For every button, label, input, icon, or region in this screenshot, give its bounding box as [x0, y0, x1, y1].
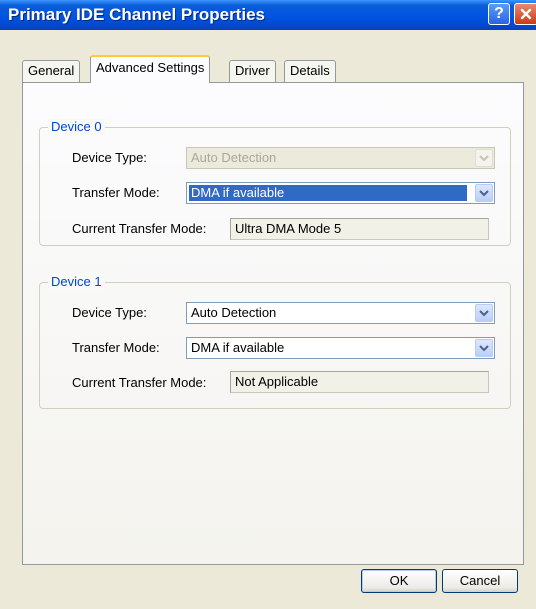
title-bar[interactable]: Primary IDE Channel Properties ?	[0, 0, 536, 30]
device-1-transfer-value: DMA if available	[191, 340, 285, 355]
tab-advanced-settings[interactable]: Advanced Settings	[90, 55, 211, 83]
device-1-type-value: Auto Detection	[191, 305, 277, 320]
tab-details[interactable]: Details	[284, 60, 336, 82]
device-0-group-label: Device 0	[48, 119, 105, 135]
chevron-down-icon[interactable]	[475, 184, 493, 202]
device-0-transfer-value: DMA if available	[189, 185, 467, 201]
ok-button[interactable]: OK	[361, 569, 437, 593]
device-1-transfer-select[interactable]: DMA if available	[186, 337, 495, 359]
device-1-current-label: Current Transfer Mode:	[72, 375, 207, 390]
chevron-down-icon[interactable]	[475, 304, 493, 322]
device-1-transfer-label: Transfer Mode:	[72, 340, 160, 355]
device-1-type-select[interactable]: Auto Detection	[186, 302, 495, 324]
window-title: Primary IDE Channel Properties	[8, 5, 265, 24]
device-0-current-value: Ultra DMA Mode 5	[230, 218, 489, 240]
tab-general[interactable]: General	[22, 60, 81, 82]
close-icon	[520, 8, 532, 20]
cancel-button[interactable]: Cancel	[442, 569, 518, 593]
device-0-type-select: Auto Detection	[186, 147, 495, 169]
help-button[interactable]: ?	[488, 3, 510, 25]
device-0-type-label: Device Type:	[72, 150, 147, 165]
device-0-transfer-label: Transfer Mode:	[72, 185, 160, 200]
help-icon: ?	[494, 5, 504, 22]
chevron-down-icon	[475, 149, 493, 167]
device-0-current-label: Current Transfer Mode:	[72, 221, 207, 236]
device-0-type-value: Auto Detection	[191, 150, 277, 165]
device-1-group-label: Device 1	[48, 274, 105, 290]
close-button[interactable]	[514, 3, 536, 25]
device-1-type-label: Device Type:	[72, 305, 147, 320]
device-0-transfer-select[interactable]: DMA if available	[186, 182, 495, 204]
device-1-current-value: Not Applicable	[230, 371, 489, 393]
chevron-down-icon[interactable]	[475, 339, 493, 357]
tab-driver[interactable]: Driver	[229, 60, 276, 82]
